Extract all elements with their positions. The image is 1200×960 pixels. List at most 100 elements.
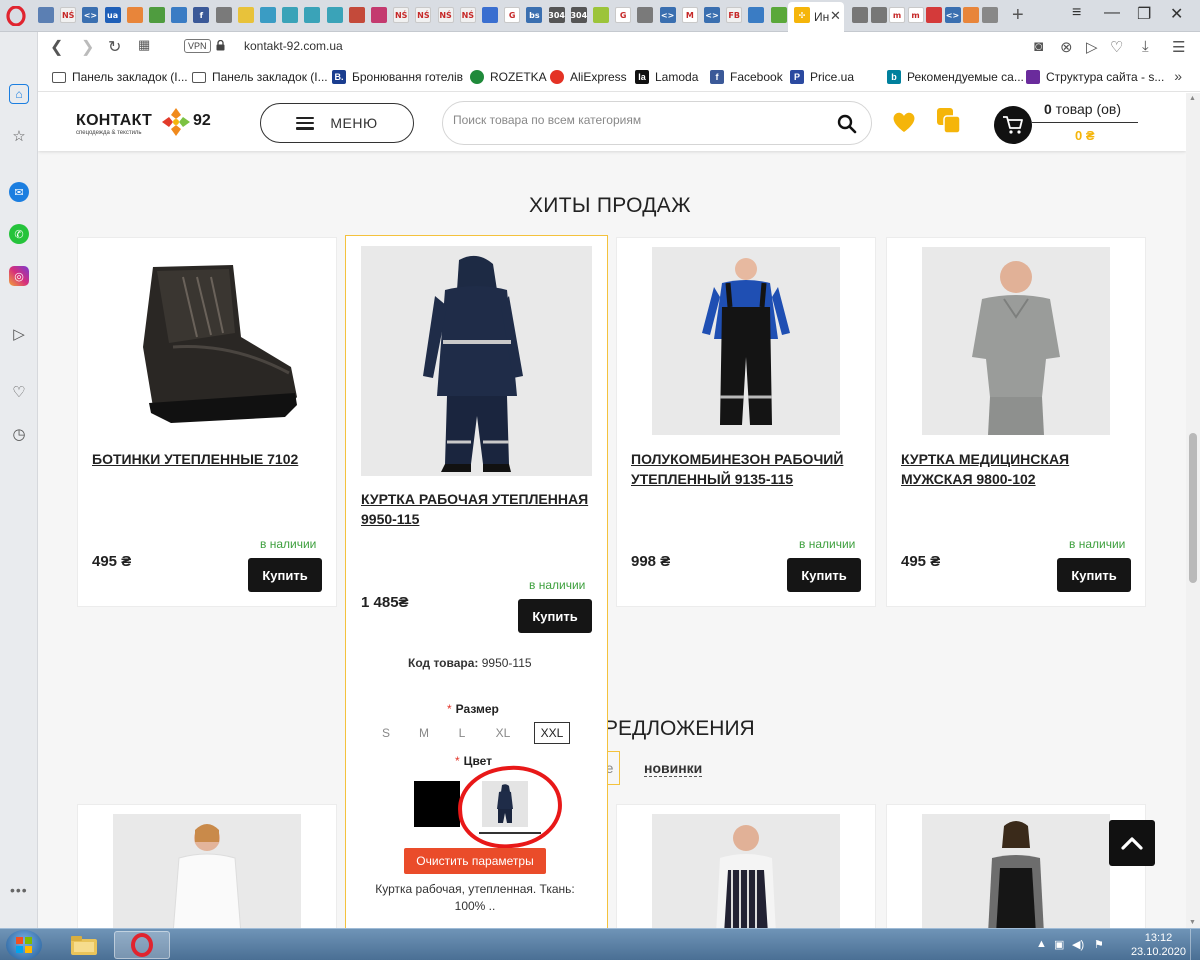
product-name[interactable]: БОТИНКИ УТЕПЛЕННЫЕ 7102 xyxy=(92,449,328,469)
tab-favicon[interactable]: <> xyxy=(82,7,99,23)
vpn-badge[interactable]: VPN xyxy=(184,39,211,53)
forward-icon[interactable]: ❯ xyxy=(81,37,94,57)
speed-dial-sidebar-icon[interactable]: ☆ xyxy=(9,126,29,146)
sidebar-more-icon[interactable]: ••• xyxy=(10,882,28,898)
tab-favicon[interactable]: ua xyxy=(104,7,121,23)
color-swatch-black[interactable] xyxy=(414,781,460,827)
bookmark-rozetka[interactable]: ROZETKA xyxy=(470,70,547,84)
maximize-icon[interactable]: ❐ xyxy=(1137,4,1151,24)
url-field[interactable]: kontakt-92.com.ua xyxy=(244,39,343,53)
size-option-xxl[interactable]: XXL xyxy=(534,722,570,744)
tab-favicon[interactable] xyxy=(852,7,868,23)
product-image[interactable] xyxy=(922,247,1110,435)
size-option-s[interactable]: S xyxy=(368,722,404,744)
tab-favicon[interactable] xyxy=(215,7,232,23)
tab-favicon[interactable] xyxy=(770,7,787,23)
tab-favicon[interactable] xyxy=(237,7,254,23)
scrollbar-thumb[interactable] xyxy=(1189,433,1197,583)
active-tab[interactable]: ✣ Ин ✕ xyxy=(788,2,844,32)
start-button[interactable] xyxy=(6,930,42,960)
bookmark-heart-icon[interactable]: ♡ xyxy=(1110,38,1123,56)
tab-favicon[interactable] xyxy=(748,7,765,23)
opera-menu-icon[interactable] xyxy=(6,6,26,26)
page-scrollbar[interactable]: ▲ ▼ xyxy=(1186,93,1200,928)
tray-expand-icon[interactable]: ▲ xyxy=(1036,938,1047,950)
bookmark-structure[interactable]: Структура сайта - s... xyxy=(1026,70,1164,84)
tab-favicon[interactable]: m xyxy=(889,7,905,23)
bookmark-lamoda[interactable]: la Lamoda xyxy=(635,70,698,84)
size-option-m[interactable]: M xyxy=(406,722,442,744)
clear-options-button[interactable]: Очистить параметры xyxy=(404,848,546,874)
bookmark-facebook[interactable]: f Facebook xyxy=(710,70,783,84)
tab-favicon[interactable] xyxy=(326,7,343,23)
tab-favicon[interactable]: NŚ xyxy=(60,7,77,23)
tab-favicon[interactable] xyxy=(963,7,979,23)
tab-favicon[interactable] xyxy=(282,7,299,23)
window-close-icon[interactable]: ✕ xyxy=(1170,4,1183,24)
size-option-xl[interactable]: XL xyxy=(485,722,521,744)
bookmark-aliexpress[interactable]: AliExpress xyxy=(550,70,627,84)
tab-favicon[interactable] xyxy=(371,7,387,23)
product-image[interactable] xyxy=(922,814,1110,928)
site-logo[interactable]: КОНТАКТ 92 спецодежда & текстиль xyxy=(76,106,216,138)
snapshot-icon[interactable]: ◙ xyxy=(1034,38,1043,55)
tab-favicon[interactable]: <> xyxy=(659,7,676,23)
search-icon[interactable] xyxy=(837,114,857,134)
product-name[interactable]: ПОЛУКОМБИНЕЗОН РАБОЧИЙ УТЕПЛЕННЫЙ 9135-1… xyxy=(631,449,867,489)
messenger-icon[interactable]: ✉ xyxy=(9,182,29,202)
tab-favicon[interactable]: <> xyxy=(944,7,961,23)
bookmark-bing[interactable]: b Рекомендуемые са... xyxy=(887,70,1024,84)
show-desktop-button[interactable] xyxy=(1190,929,1200,960)
buy-button[interactable]: Купить xyxy=(518,599,592,633)
new-tab-icon[interactable]: + xyxy=(1012,4,1024,27)
tab-favicon[interactable] xyxy=(149,7,165,23)
search-input[interactable] xyxy=(453,113,823,127)
download-icon[interactable]: ⤓ xyxy=(1142,38,1149,55)
tab-favicon[interactable]: bs xyxy=(526,7,543,23)
tab-favicon[interactable] xyxy=(981,7,998,23)
scroll-down-arrow-icon[interactable]: ▼ xyxy=(1189,919,1196,926)
tab-favicon[interactable] xyxy=(637,7,654,23)
speed-dial-icon[interactable]: ▦ xyxy=(138,37,150,53)
back-icon[interactable]: ❮ xyxy=(50,37,63,57)
bookmarks-more-icon[interactable]: » xyxy=(1174,68,1182,84)
tab-search-icon[interactable]: ≡ xyxy=(1072,4,1081,22)
scroll-up-arrow-icon[interactable]: ▲ xyxy=(1189,95,1196,102)
tab-favicon[interactable]: G xyxy=(504,7,521,23)
product-name[interactable]: КУРТКА РАБОЧАЯ УТЕПЛЕННАЯ 9950-115 xyxy=(361,489,597,529)
product-image[interactable] xyxy=(652,814,840,928)
send-icon[interactable]: ▷ xyxy=(1086,38,1098,56)
wishlist-heart-icon[interactable] xyxy=(891,110,917,134)
tab-favicon[interactable] xyxy=(926,7,942,23)
instagram-icon[interactable]: ◎ xyxy=(9,266,29,286)
buy-button[interactable]: Купить xyxy=(1057,558,1131,592)
volume-icon[interactable]: ◀) xyxy=(1072,938,1084,951)
tab-favicon[interactable]: NŚ xyxy=(393,7,410,23)
tab-favicon[interactable] xyxy=(870,7,887,23)
taskbar-explorer[interactable] xyxy=(56,931,112,959)
tab-favicon[interactable]: NŚ xyxy=(437,7,454,23)
tab-favicon[interactable]: 304 xyxy=(570,7,587,23)
tab-favicon[interactable] xyxy=(260,7,276,23)
buy-button[interactable]: Купить xyxy=(787,558,861,592)
taskbar-opera[interactable] xyxy=(114,931,170,959)
flow-icon[interactable]: ▷ xyxy=(9,324,29,344)
whatsapp-icon[interactable]: ✆ xyxy=(9,224,29,244)
tab-favicon[interactable]: NŚ xyxy=(459,7,476,23)
bookmark-folder[interactable]: Панель закладок (I... xyxy=(52,70,188,84)
tab-favicon[interactable] xyxy=(38,7,54,23)
scroll-to-top-button[interactable] xyxy=(1109,820,1155,866)
tab-favicon[interactable]: NŚ xyxy=(415,7,432,23)
tab-favicon[interactable]: m xyxy=(907,7,924,23)
close-tab-icon[interactable]: ✕ xyxy=(830,8,841,24)
home-icon[interactable]: ⌂ xyxy=(9,84,29,104)
reload-icon[interactable]: ↻ xyxy=(108,37,121,57)
tab-favicon[interactable]: M xyxy=(681,7,698,23)
tab-favicon[interactable] xyxy=(171,7,188,23)
tab-favicon[interactable] xyxy=(304,7,321,23)
product-image[interactable] xyxy=(652,247,840,435)
network-icon[interactable]: ▣ xyxy=(1054,938,1064,951)
tab-favicon[interactable]: f xyxy=(193,7,210,23)
cart-button[interactable] xyxy=(994,106,1032,144)
tab-favicon[interactable] xyxy=(593,7,609,23)
